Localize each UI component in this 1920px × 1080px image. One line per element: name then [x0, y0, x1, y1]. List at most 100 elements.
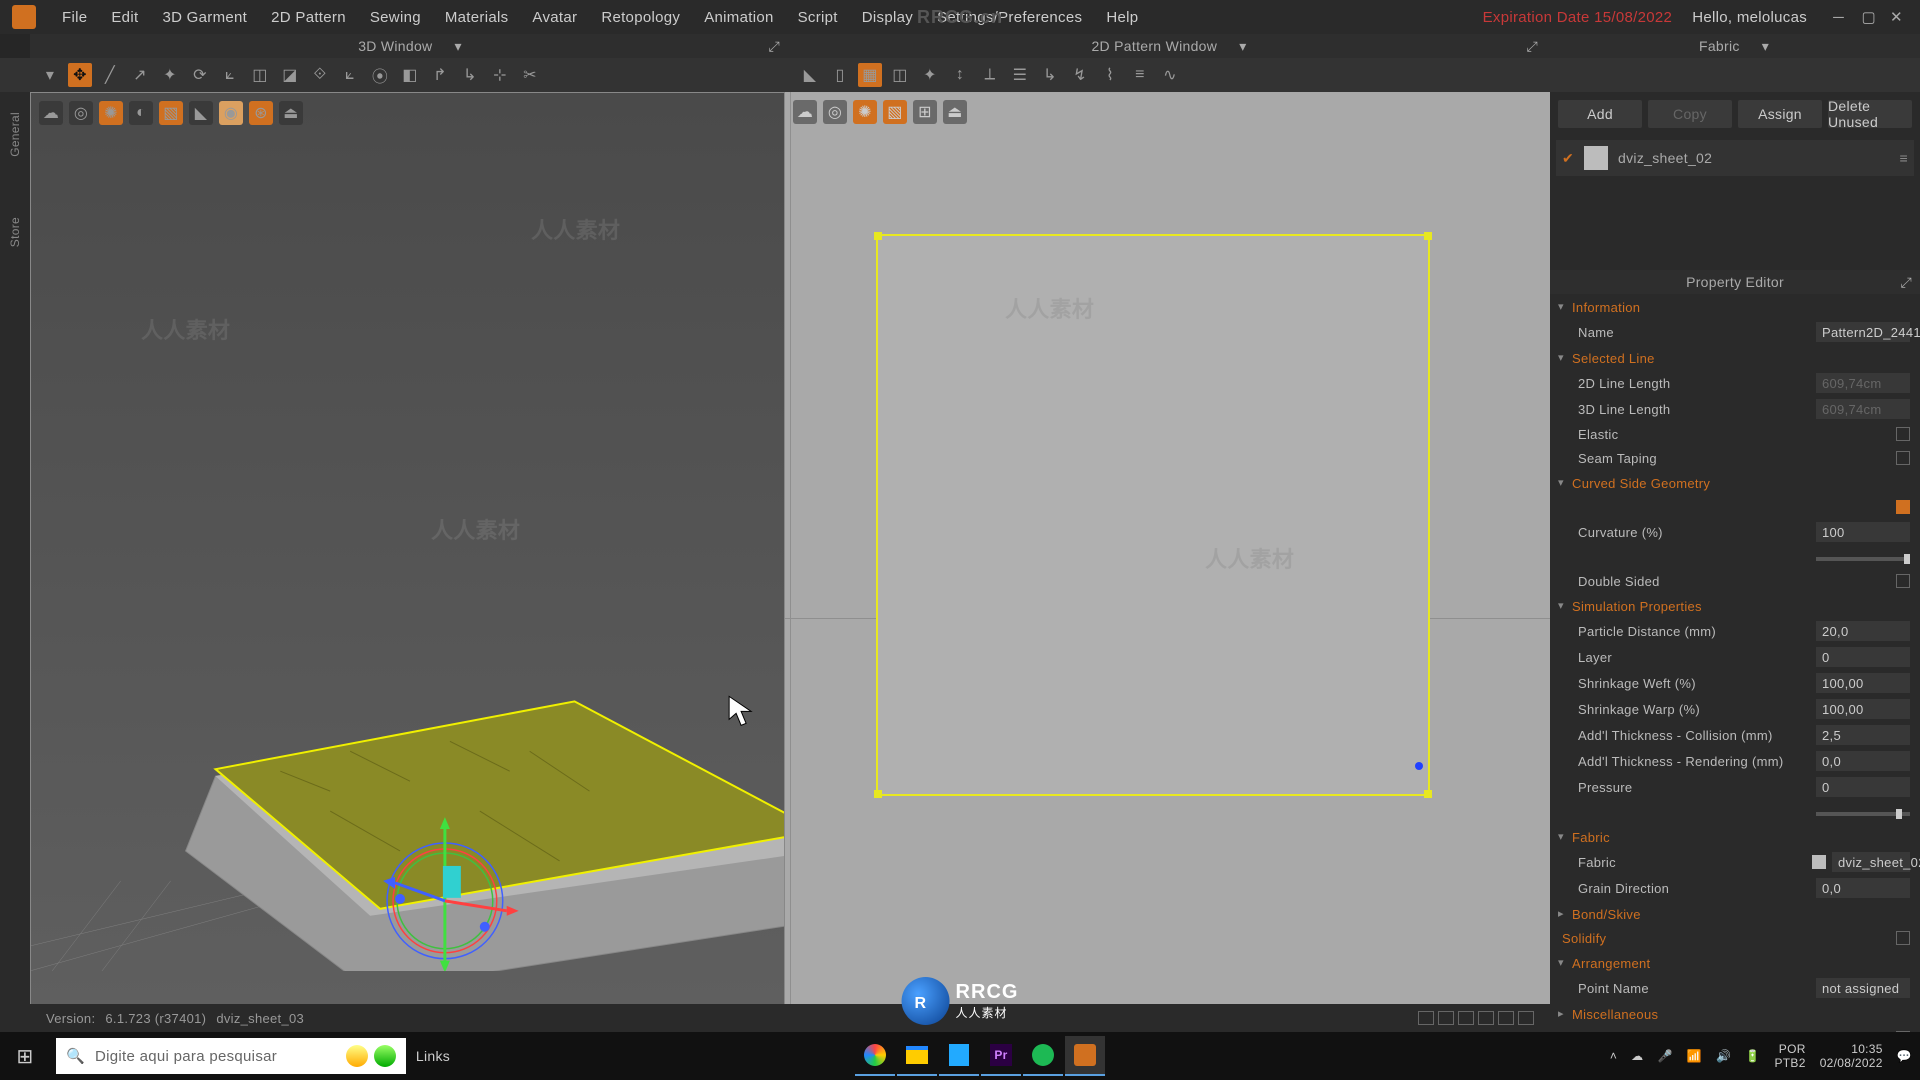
sidebar-tab-general[interactable]: General: [8, 112, 22, 157]
task-app[interactable]: [1065, 1036, 1105, 1076]
tool-select[interactable]: ✥: [68, 63, 92, 87]
tray-notification-icon[interactable]: 💬: [1897, 1049, 1912, 1063]
panel-expand-icon[interactable]: ⤢: [1901, 274, 1913, 291]
task-explorer[interactable]: [897, 1036, 937, 1076]
solidify-checkbox[interactable]: [1896, 931, 1910, 945]
pattern-shape[interactable]: [876, 234, 1430, 796]
p-tool-6[interactable]: ⟂: [978, 63, 1002, 87]
tool-a3[interactable]: ⟐: [308, 63, 332, 87]
pv-toggle-1[interactable]: ☁: [793, 100, 817, 124]
minimize-icon[interactable]: ─: [1833, 9, 1851, 23]
task-spotify[interactable]: [1023, 1036, 1063, 1076]
tool-a10[interactable]: ✂: [518, 63, 542, 87]
curved-checkbox[interactable]: [1896, 500, 1910, 514]
p-tool-3[interactable]: ◫: [888, 63, 912, 87]
tool-edge[interactable]: ╱: [98, 63, 122, 87]
pv-toggle-3[interactable]: ✺: [853, 100, 877, 124]
task-notes[interactable]: [939, 1036, 979, 1076]
tray-lang[interactable]: PORPTB2: [1774, 1042, 1805, 1070]
double-sided-checkbox[interactable]: [1896, 574, 1910, 588]
pressure-slider[interactable]: [1816, 812, 1910, 816]
tool-a9[interactable]: ⊹: [488, 63, 512, 87]
tab-close-icon[interactable]: ⤢: [769, 38, 781, 55]
pv-toggle-5[interactable]: ⊞: [913, 100, 937, 124]
shrink-warp-field[interactable]: 100,00: [1816, 699, 1910, 719]
task-premiere[interactable]: Pr: [981, 1036, 1021, 1076]
fabric-select[interactable]: dviz_sheet_02: [1832, 852, 1910, 872]
p-tool-4[interactable]: ✦: [918, 63, 942, 87]
tool-a6[interactable]: ◧: [398, 63, 422, 87]
task-chrome[interactable]: [855, 1036, 895, 1076]
tray-mic-icon[interactable]: 🎤: [1657, 1049, 1672, 1063]
layer-field[interactable]: 0: [1816, 647, 1910, 667]
menu-3d-garment[interactable]: 3D Garment: [152, 5, 257, 30]
tray-battery-icon[interactable]: 🔋: [1745, 1049, 1760, 1063]
vp-toggle-5[interactable]: ▧: [159, 101, 183, 125]
particle-field[interactable]: 20,0: [1816, 621, 1910, 641]
vp-toggle-2[interactable]: ◎: [69, 101, 93, 125]
tab-2d-pattern-window[interactable]: 2D Pattern Window ▾ ⤢: [790, 34, 1548, 58]
p-tool-7[interactable]: ☰: [1008, 63, 1032, 87]
menu-animation[interactable]: Animation: [694, 5, 783, 30]
task-links[interactable]: Links: [413, 1036, 453, 1076]
section-selected-line[interactable]: Selected Line: [1554, 345, 1916, 370]
vp-toggle-3[interactable]: ✺: [99, 101, 123, 125]
menu-script[interactable]: Script: [788, 5, 848, 30]
fabric-menu-icon[interactable]: ≡: [1900, 150, 1908, 166]
tool-mesh[interactable]: ✦: [158, 63, 182, 87]
section-bond[interactable]: Bond/Skive: [1554, 901, 1916, 926]
vp-toggle-8[interactable]: ⊛: [249, 101, 273, 125]
thick-ren-field[interactable]: 0,0: [1816, 751, 1910, 771]
grain-marker[interactable]: [1415, 762, 1423, 770]
p-tool-5[interactable]: ↕: [948, 63, 972, 87]
tool-measure[interactable]: ⟀: [218, 63, 242, 87]
assign-button[interactable]: Assign: [1738, 100, 1822, 128]
p-tool-rect[interactable]: ▦: [858, 63, 882, 87]
tool-a2[interactable]: ◪: [278, 63, 302, 87]
tool-a7[interactable]: ↱: [428, 63, 452, 87]
viewport-2d-pattern[interactable]: ☁ ◎ ✺ ▧ ⊞ ⏏ 人人素材 人人素材: [785, 92, 1550, 1046]
menu-help[interactable]: Help: [1096, 5, 1148, 30]
tool-a8[interactable]: ↳: [458, 63, 482, 87]
menu-avatar[interactable]: Avatar: [522, 5, 587, 30]
fabric-list-item[interactable]: ✔ dviz_sheet_02 ≡: [1556, 140, 1914, 176]
section-information[interactable]: Information: [1554, 294, 1916, 319]
sidebar-tab-store[interactable]: Store: [8, 217, 22, 247]
add-button[interactable]: Add: [1558, 100, 1642, 128]
section-curved[interactable]: Curved Side Geometry: [1554, 470, 1916, 495]
section-misc[interactable]: Miscellaneous: [1554, 1001, 1916, 1026]
start-button[interactable]: ⊞: [0, 1032, 50, 1080]
pressure-field[interactable]: 0: [1816, 777, 1910, 797]
menu-edit[interactable]: Edit: [101, 5, 148, 30]
viewport-3d[interactable]: ☁ ◎ ✺ ◐ ▧ ◣ ◉ ⊛ ⏏: [30, 92, 785, 1046]
vp-toggle-9[interactable]: ⏏: [279, 101, 303, 125]
section-arrange[interactable]: Arrangement: [1554, 950, 1916, 975]
tray-cloud-icon[interactable]: ☁: [1631, 1049, 1643, 1063]
solidify-label[interactable]: Solidify: [1562, 931, 1896, 946]
pv-toggle-6[interactable]: ⏏: [943, 100, 967, 124]
pv-toggle-2[interactable]: ◎: [823, 100, 847, 124]
tab-3d-window[interactable]: 3D Window ▾ ⤢: [30, 34, 790, 58]
p-dropdown-icon[interactable]: ◣: [798, 63, 822, 87]
tab-expand-icon[interactable]: ⤢: [1527, 38, 1539, 55]
delete-unused-button[interactable]: Delete Unused: [1828, 100, 1912, 128]
seam-checkbox[interactable]: [1896, 451, 1910, 465]
vp-toggle-1[interactable]: ☁: [39, 101, 63, 125]
p-tool-1[interactable]: ▯: [828, 63, 852, 87]
maximize-icon[interactable]: ▢: [1862, 8, 1880, 22]
menu-materials[interactable]: Materials: [435, 5, 519, 30]
menu-sewing[interactable]: Sewing: [360, 5, 431, 30]
tray-chevron-icon[interactable]: ˄: [1610, 1049, 1617, 1063]
thick-col-field[interactable]: 2,5: [1816, 725, 1910, 745]
tool-edge-b[interactable]: ↗: [128, 63, 152, 87]
menu-file[interactable]: File: [52, 5, 97, 30]
grain-field[interactable]: 0,0: [1816, 878, 1910, 898]
tab-fabric[interactable]: Fabric ▾: [1548, 34, 1920, 58]
tray-volume-icon[interactable]: 🔊: [1716, 1049, 1731, 1063]
tray-wifi-icon[interactable]: 📶: [1687, 1049, 1702, 1063]
tool-a4[interactable]: ⟀: [338, 63, 362, 87]
tool-a5[interactable]: ⦿: [368, 63, 392, 87]
p-tool-8[interactable]: ↳: [1038, 63, 1062, 87]
vp-toggle-7[interactable]: ◉: [219, 101, 243, 125]
vp-toggle-6[interactable]: ◣: [189, 101, 213, 125]
